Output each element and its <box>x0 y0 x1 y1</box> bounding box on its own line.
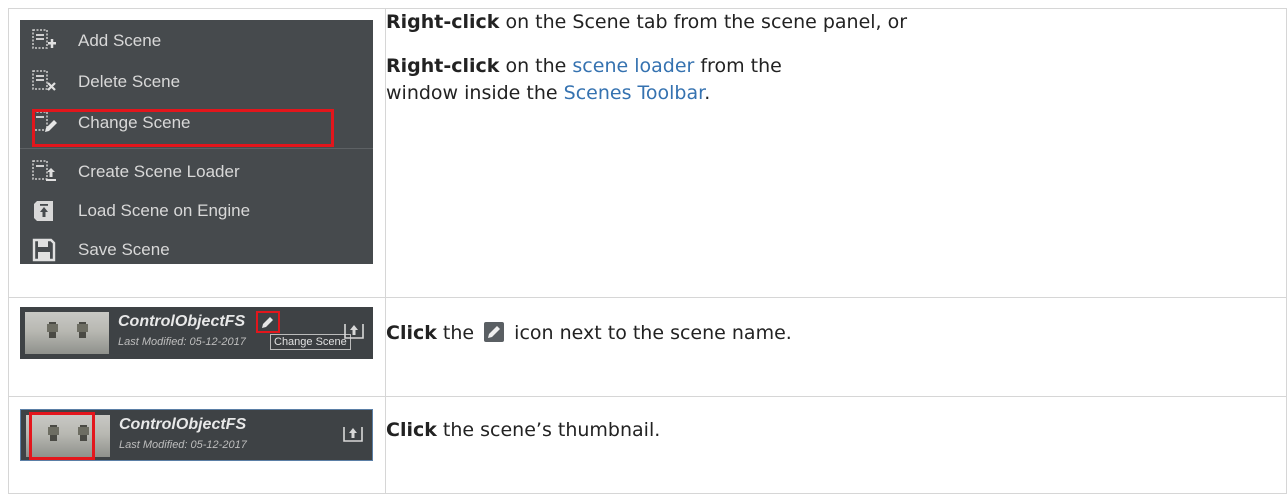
scene-item-screenshot-cell: ControlObjectFS Last Modified: 05-12-201… <box>8 297 386 397</box>
action-keyword: Right-click <box>386 55 500 77</box>
save-icon <box>30 236 58 264</box>
menu-item-label: Add Scene <box>78 31 162 50</box>
menu-separator <box>20 148 373 149</box>
instruction-text: the scene’s thumbnail. <box>436 419 661 441</box>
instruction-text: the <box>436 322 481 344</box>
instruction-text: . <box>704 82 711 104</box>
menu-item-label: Save Scene <box>78 240 170 259</box>
scene-loader-link[interactable]: scene loader <box>572 55 694 77</box>
change-scene-tooltip: Change Scene <box>270 334 351 350</box>
instruction-paragraph: Right-click on the Scene tab from the sc… <box>386 9 1286 36</box>
instruction-text-cell: Right-click on the Scene tab from the sc… <box>385 8 1287 298</box>
menu-item-add-scene[interactable]: Add Scene <box>20 22 373 60</box>
load-scene-icon <box>30 197 58 225</box>
menu-item-label: Create Scene Loader <box>78 162 240 181</box>
instruction-text: from the <box>694 55 782 77</box>
menu-item-save-scene[interactable]: Save Scene <box>20 231 373 269</box>
delete-scene-icon <box>30 68 58 96</box>
scene-item: ControlObjectFS Last Modified: 05-12-201… <box>20 307 373 359</box>
scene-context-menu: Add Scene Delete Scene Change Scene Crea… <box>20 20 373 264</box>
load-scene-icon[interactable] <box>342 423 364 443</box>
instruction-text: window inside the <box>386 82 564 104</box>
menu-item-label: Load Scene on Engine <box>78 201 251 220</box>
scene-name: ControlObjectFS <box>119 416 247 433</box>
load-scene-icon[interactable] <box>343 320 365 340</box>
scene-thumbnail[interactable] <box>25 312 109 354</box>
create-scene-loader-icon <box>30 158 58 186</box>
scenes-toolbar-link[interactable]: Scenes Toolbar <box>564 82 705 104</box>
scene-modified: Last Modified: 05-12-2017 <box>118 336 246 348</box>
change-scene-pencil-button[interactable] <box>256 311 280 333</box>
instruction-text-cell: Click the icon next to the scene name. <box>385 297 1287 397</box>
menu-item-label: Delete Scene <box>78 72 181 91</box>
scene-item-screenshot-cell: ControlObjectFS Last Modified: 05-12-201… <box>8 396 386 494</box>
menu-item-create-scene-loader[interactable]: Create Scene Loader <box>20 153 373 191</box>
action-keyword: Click <box>386 419 437 441</box>
scene-name: ControlObjectFS <box>118 313 246 330</box>
scene-item: ControlObjectFS Last Modified: 05-12-201… <box>20 409 373 461</box>
instruction-text: icon next to the scene name. <box>508 322 792 344</box>
action-keyword: Right-click <box>386 11 500 33</box>
instruction-table: Add Scene Delete Scene Change Scene Crea… <box>8 8 1287 494</box>
change-scene-highlight <box>32 109 334 147</box>
add-scene-icon <box>30 27 58 55</box>
instruction-paragraph: Right-click on the scene loader from the… <box>386 53 1286 107</box>
menu-screenshot-cell: Add Scene Delete Scene Change Scene Crea… <box>8 8 386 298</box>
instruction-text-cell: Click the scene’s thumbnail. <box>385 396 1287 494</box>
instruction-text: on the <box>499 55 573 77</box>
pencil-icon <box>262 317 273 328</box>
pencil-icon <box>484 322 505 342</box>
menu-item-delete-scene[interactable]: Delete Scene <box>20 63 373 101</box>
instruction-text: on the Scene tab from the scene panel, o… <box>499 11 908 33</box>
action-keyword: Click <box>386 322 437 344</box>
scene-modified: Last Modified: 05-12-2017 <box>119 439 247 451</box>
thumbnail-highlight <box>29 412 95 460</box>
menu-item-load-scene-on-engine[interactable]: Load Scene on Engine <box>20 192 373 230</box>
